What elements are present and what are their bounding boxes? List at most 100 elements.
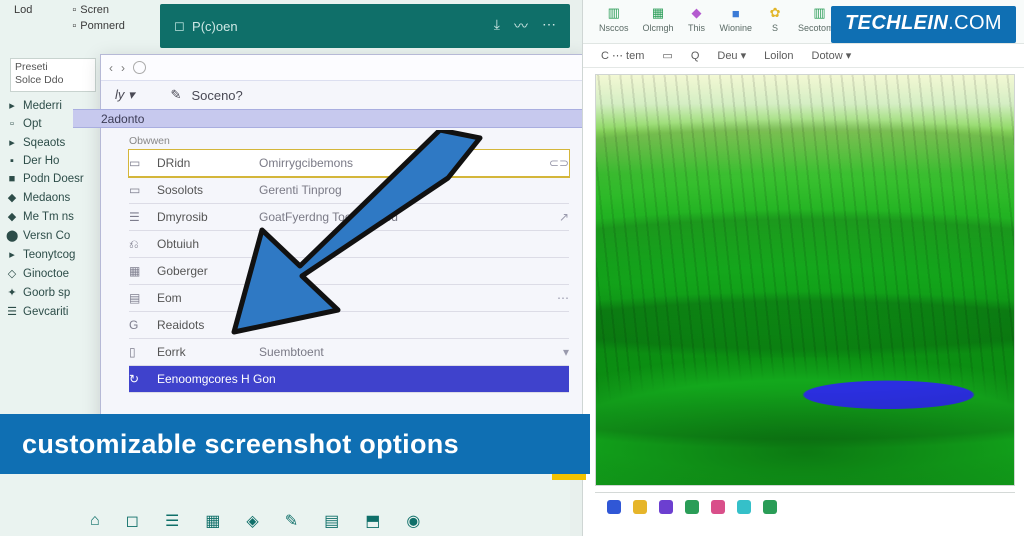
teal-glyph-icon: ◻ — [174, 18, 185, 34]
tree-label: Sqeaots — [23, 137, 65, 149]
row-value: Gerenti Tinprog — [259, 183, 557, 197]
row-icon: ⎌ — [129, 237, 145, 252]
caption-accent — [552, 474, 586, 480]
bottom-icon[interactable]: ◉ — [406, 511, 420, 531]
caption-banner: customizable screenshot options — [0, 414, 590, 474]
tab[interactable]: Deu ▾ — [717, 49, 746, 62]
ribbon-group[interactable]: ▥Nsccos — [599, 4, 629, 33]
row-trailing-icon: ↗ — [559, 210, 569, 224]
row-key: DRidn — [157, 156, 247, 170]
row-key: Eorrk — [157, 345, 247, 359]
teal-action-2[interactable]: 〰 — [514, 16, 528, 36]
row-key: Dmyrosib — [157, 210, 247, 224]
tree-label: Mederri — [23, 100, 62, 112]
row-key: Reaidots — [157, 318, 247, 332]
taskbar-icon[interactable] — [711, 500, 725, 514]
menu-row[interactable]: ⎌ Obtuiuh — [129, 231, 569, 258]
ribbon-icon: ✿ — [766, 4, 784, 22]
teal-action-3[interactable]: ⋯ — [542, 16, 556, 36]
ribbon-icon: ▥ — [811, 4, 829, 22]
tree-icon: ▫ — [6, 118, 18, 130]
row-icon: ▤ — [129, 291, 145, 305]
tree-label: Podn Doesr — [23, 173, 84, 185]
bottom-icon[interactable]: ◻ — [126, 511, 139, 531]
row-icon: ▭ — [129, 156, 145, 170]
menu-row[interactable]: ☰ Dmyrosib GoatFyerdng Toone Tored ↗ — [129, 204, 569, 231]
ribbon-group[interactable]: ◆This — [688, 4, 706, 33]
tree-icon: ▪ — [6, 155, 18, 167]
ribbon-group[interactable]: ✿S — [766, 4, 784, 33]
tree-label: Medaons — [23, 192, 70, 204]
popup-chrome: ‹ › — [101, 55, 585, 81]
menu-row[interactable]: ▭ Sosolots Gerenti Tinprog — [129, 177, 569, 204]
ribbon-icon: ▦ — [649, 4, 667, 22]
bottom-icon[interactable]: ✎ — [285, 511, 298, 531]
row-icon: ▯ — [129, 345, 145, 359]
tree-label: Teonytcog — [23, 249, 75, 261]
tree-icon: ⬤ — [6, 229, 18, 242]
row-value: Suembtoent — [259, 345, 551, 359]
ribbon-label: Nsccos — [599, 23, 629, 33]
menu-row[interactable]: ▭ DRidn Omirrygcibemons ⊂⊃ — [129, 150, 569, 177]
row-key: Obtuiuh — [157, 237, 247, 251]
popup-fwd-button[interactable]: › — [121, 61, 125, 75]
ribbon-group[interactable]: ▦Olcmgh — [643, 4, 674, 33]
tree-label: Opt — [23, 118, 42, 130]
ribbon-group[interactable]: ■Wionine — [720, 4, 753, 33]
caption-text: customizable screenshot options — [22, 429, 459, 460]
bottom-icon[interactable]: ⬒ — [365, 511, 380, 531]
popup-back-button[interactable]: ‹ — [109, 61, 113, 75]
bottom-icon[interactable]: ◈ — [246, 511, 258, 531]
row-key: Goberger — [157, 264, 247, 278]
tree-icon: ☰ — [6, 305, 18, 318]
bottom-icon[interactable]: ☰ — [165, 511, 179, 531]
ribbon-icon: ▥ — [605, 4, 623, 22]
popup-section-header: 2adonto — [73, 109, 601, 128]
tab[interactable]: ▭ — [662, 49, 672, 62]
tree-icon: ◇ — [6, 267, 18, 280]
rib-c1a: Lod — [14, 4, 32, 16]
tab[interactable]: Q — [691, 50, 700, 62]
menu-row[interactable]: G Reaidots — [129, 312, 569, 339]
right-app-window: ▥Nsccos▦Olcmgh◆This■Wionine✿S▥Secotomto▤… — [582, 0, 1024, 536]
popup-selected-row[interactable]: ↻ Eenoomgcores H Gon — [129, 366, 569, 393]
options-popup: ‹ › ly ▾ ✎ Soceno? 2adonto Obwwen ▭ DRid… — [100, 54, 586, 434]
taskbar-icon[interactable] — [737, 500, 751, 514]
popup-pencil-icon: ✎ — [171, 87, 182, 103]
popup-dropdown[interactable]: ly ▾ — [115, 87, 135, 103]
taskbar-icon[interactable] — [685, 500, 699, 514]
wallpaper-viewport — [595, 74, 1015, 486]
menu-row[interactable]: ▯ Eorrk Suembtoent ▾ — [129, 339, 569, 366]
bottom-icon[interactable]: ▦ — [205, 511, 220, 531]
taskbar-icon[interactable] — [763, 500, 777, 514]
menu-row[interactable]: ▤ Eom ⋯ — [129, 285, 569, 312]
row-trailing-icon: ⊂⊃ — [549, 156, 569, 170]
tree-icon: ▸ — [6, 136, 18, 149]
tree-icon: ■ — [6, 173, 18, 185]
wallpaper-image — [596, 75, 1014, 485]
bottom-icon[interactable]: ▤ — [324, 511, 339, 531]
menu-row[interactable]: ▦ Goberger — [129, 258, 569, 285]
row-icon: ☰ — [129, 210, 145, 224]
row-key: Eom — [157, 291, 247, 305]
taskbar-icon[interactable] — [633, 500, 647, 514]
taskbar-icon[interactable] — [607, 500, 621, 514]
tab[interactable]: Loilon — [764, 50, 793, 62]
tree-icon: ◆ — [6, 210, 18, 223]
tree-icon: ▸ — [6, 99, 18, 112]
tab[interactable]: C ⋯ tem — [601, 49, 644, 62]
ribbon-icon: ■ — [727, 4, 745, 22]
taskbar-icon[interactable] — [659, 500, 673, 514]
ribbon-label: This — [688, 23, 705, 33]
teal-title: P(c)oen — [192, 19, 238, 34]
ribbon-icon: ◆ — [688, 4, 706, 22]
bottom-icon[interactable]: ⌂ — [90, 512, 100, 530]
left-bottom-bar: ⌂ ◻ ☰ ▦ ◈ ✎ ▤ ⬒ ◉ — [0, 506, 570, 536]
row-trailing-icon: ▾ — [563, 345, 569, 359]
tree-icon: ◆ — [6, 191, 18, 204]
tab[interactable]: Dotow ▾ — [812, 49, 852, 62]
ribbon-label: Olcmgh — [643, 23, 674, 33]
watermark-badge: TECHLEIN.COM — [831, 6, 1016, 43]
teal-action-1[interactable]: ⤓ — [494, 16, 500, 36]
row-key: Sosolots — [157, 183, 247, 197]
